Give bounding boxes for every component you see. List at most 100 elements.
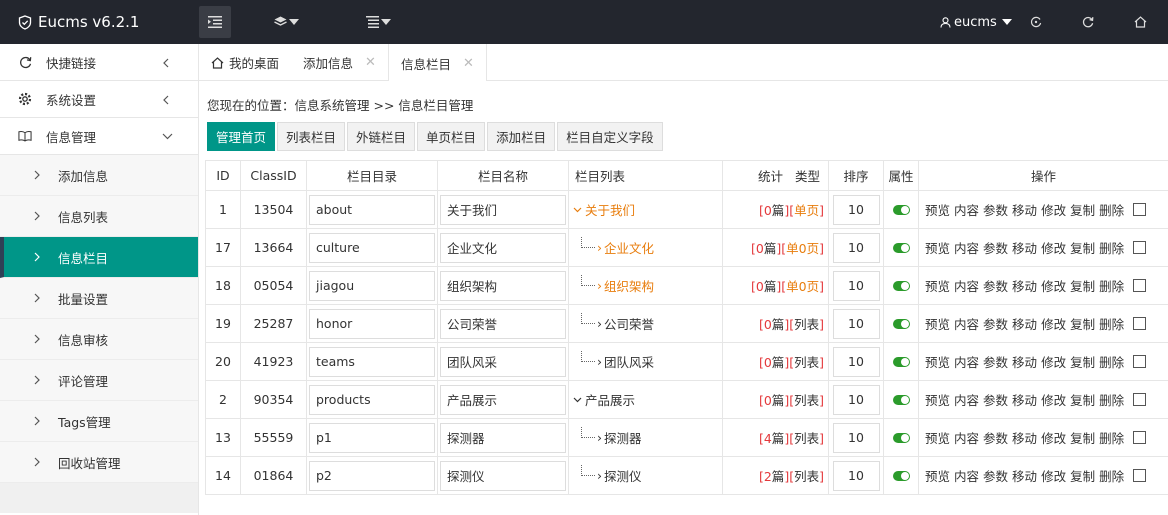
sort-input[interactable]: 10 [832, 308, 880, 339]
op-copy-link[interactable]: 复制 [1070, 390, 1095, 409]
close-icon[interactable]: ✕ [463, 56, 474, 71]
sidebar-item-add-info[interactable]: 添加信息 [0, 155, 198, 196]
op-edit-link[interactable]: 修改 [1041, 238, 1066, 257]
op-move-link[interactable]: 移动 [1012, 466, 1037, 485]
sidebar-toggle-button[interactable] [199, 6, 231, 38]
dir-input[interactable]: jiagou [309, 270, 435, 301]
enabled-toggle[interactable] [892, 242, 910, 253]
tree-expand-icon[interactable] [573, 397, 582, 403]
op-copy-link[interactable]: 复制 [1070, 200, 1095, 219]
op-params-link[interactable]: 参数 [983, 466, 1008, 485]
op-copy-link[interactable]: 复制 [1070, 238, 1095, 257]
op-params-link[interactable]: 参数 [983, 390, 1008, 409]
home-button[interactable] [1128, 6, 1152, 38]
op-preview-link[interactable]: 预览 [925, 466, 950, 485]
name-input[interactable]: 组织架构 [440, 270, 566, 301]
sidebar-item-info-columns[interactable]: 信息栏目 [0, 237, 198, 278]
op-delete-link[interactable]: 删除 [1099, 314, 1124, 333]
dir-input[interactable]: p2 [309, 460, 435, 491]
tree-label-link[interactable]: 组织架构 [604, 276, 654, 295]
op-content-link[interactable]: 内容 [954, 200, 979, 219]
op-params-link[interactable]: 参数 [983, 276, 1008, 295]
op-content-link[interactable]: 内容 [954, 466, 979, 485]
enabled-toggle[interactable] [892, 280, 910, 291]
op-copy-link[interactable]: 复制 [1070, 314, 1095, 333]
op-content-link[interactable]: 内容 [954, 238, 979, 257]
op-move-link[interactable]: 移动 [1012, 314, 1037, 333]
dir-input[interactable]: products [309, 384, 435, 415]
op-params-link[interactable]: 参数 [983, 200, 1008, 219]
op-delete-link[interactable]: 删除 [1099, 200, 1124, 219]
row-checkbox[interactable] [1133, 317, 1147, 330]
op-move-link[interactable]: 移动 [1012, 390, 1037, 409]
tree-label-link[interactable]: 关于我们 [585, 200, 635, 219]
sort-input[interactable]: 10 [832, 194, 880, 225]
tree-label-link[interactable]: 探测仪 [604, 466, 642, 485]
op-delete-link[interactable]: 删除 [1099, 466, 1124, 485]
name-input[interactable]: 团队风采 [440, 346, 566, 377]
op-move-link[interactable]: 移动 [1012, 200, 1037, 219]
op-preview-link[interactable]: 预览 [925, 314, 950, 333]
op-move-link[interactable]: 移动 [1012, 428, 1037, 447]
name-input[interactable]: 企业文化 [440, 232, 566, 263]
tree-label-link[interactable]: 团队风采 [604, 352, 654, 371]
row-checkbox[interactable] [1133, 469, 1147, 482]
op-delete-link[interactable]: 删除 [1099, 238, 1124, 257]
op-preview-link[interactable]: 预览 [925, 352, 950, 371]
op-delete-link[interactable]: 删除 [1099, 428, 1124, 447]
tab-add-info[interactable]: 添加信息 ✕ [291, 44, 388, 81]
op-content-link[interactable]: 内容 [954, 276, 979, 295]
tree-expand-icon[interactable] [573, 207, 582, 213]
op-content-link[interactable]: 内容 [954, 352, 979, 371]
op-content-link[interactable]: 内容 [954, 390, 979, 409]
layers-menu-button[interactable] [268, 6, 304, 38]
enabled-toggle[interactable] [892, 204, 910, 215]
op-content-link[interactable]: 内容 [954, 428, 979, 447]
op-copy-link[interactable]: 复制 [1070, 466, 1095, 485]
op-copy-link[interactable]: 复制 [1070, 428, 1095, 447]
op-edit-link[interactable]: 修改 [1041, 428, 1066, 447]
name-input[interactable]: 关于我们 [440, 194, 566, 225]
op-preview-link[interactable]: 预览 [925, 276, 950, 295]
op-preview-link[interactable]: 预览 [925, 390, 950, 409]
row-checkbox[interactable] [1133, 431, 1147, 444]
op-edit-link[interactable]: 修改 [1041, 314, 1066, 333]
enabled-toggle[interactable] [892, 318, 910, 329]
row-checkbox[interactable] [1133, 393, 1147, 406]
sidebar-item-comments[interactable]: 评论管理 [0, 360, 198, 401]
op-edit-link[interactable]: 修改 [1041, 200, 1066, 219]
op-copy-link[interactable]: 复制 [1070, 352, 1095, 371]
list-columns-button[interactable]: 列表栏目 [277, 122, 346, 151]
dir-input[interactable]: p1 [309, 422, 435, 453]
sort-input[interactable]: 10 [832, 460, 880, 491]
enabled-toggle[interactable] [892, 432, 910, 443]
dir-input[interactable]: honor [309, 308, 435, 339]
sidebar-item-info-review[interactable]: 信息审核 [0, 319, 198, 360]
op-move-link[interactable]: 移动 [1012, 238, 1037, 257]
external-columns-button[interactable]: 外链栏目 [347, 122, 416, 151]
op-preview-link[interactable]: 预览 [925, 200, 950, 219]
add-column-button[interactable]: 添加栏目 [487, 122, 556, 151]
op-edit-link[interactable]: 修改 [1041, 466, 1066, 485]
op-params-link[interactable]: 参数 [983, 428, 1008, 447]
refresh-button[interactable] [1076, 6, 1100, 38]
sort-input[interactable]: 10 [832, 422, 880, 453]
enabled-toggle[interactable] [892, 356, 910, 367]
tab-info-columns[interactable]: 信息栏目 ✕ [387, 44, 487, 82]
sidebar-item-info-list[interactable]: 信息列表 [0, 196, 198, 237]
sort-input[interactable]: 10 [832, 270, 880, 301]
sort-input[interactable]: 10 [832, 384, 880, 415]
single-page-columns-button[interactable]: 单页栏目 [417, 122, 486, 151]
dir-input[interactable]: teams [309, 346, 435, 377]
op-params-link[interactable]: 参数 [983, 352, 1008, 371]
tree-label-link[interactable]: 公司荣誉 [604, 314, 654, 333]
tree-label-link[interactable]: 产品展示 [585, 390, 635, 409]
op-preview-link[interactable]: 预览 [925, 238, 950, 257]
tab-my-desktop[interactable]: 我的桌面 [199, 44, 291, 81]
sort-input[interactable]: 10 [832, 232, 880, 263]
sidebar-group-quick-links[interactable]: 快捷链接 [0, 44, 198, 81]
sidebar-item-batch-settings[interactable]: 批量设置 [0, 278, 198, 319]
op-move-link[interactable]: 移动 [1012, 352, 1037, 371]
row-checkbox[interactable] [1133, 203, 1147, 216]
row-checkbox[interactable] [1133, 355, 1147, 368]
